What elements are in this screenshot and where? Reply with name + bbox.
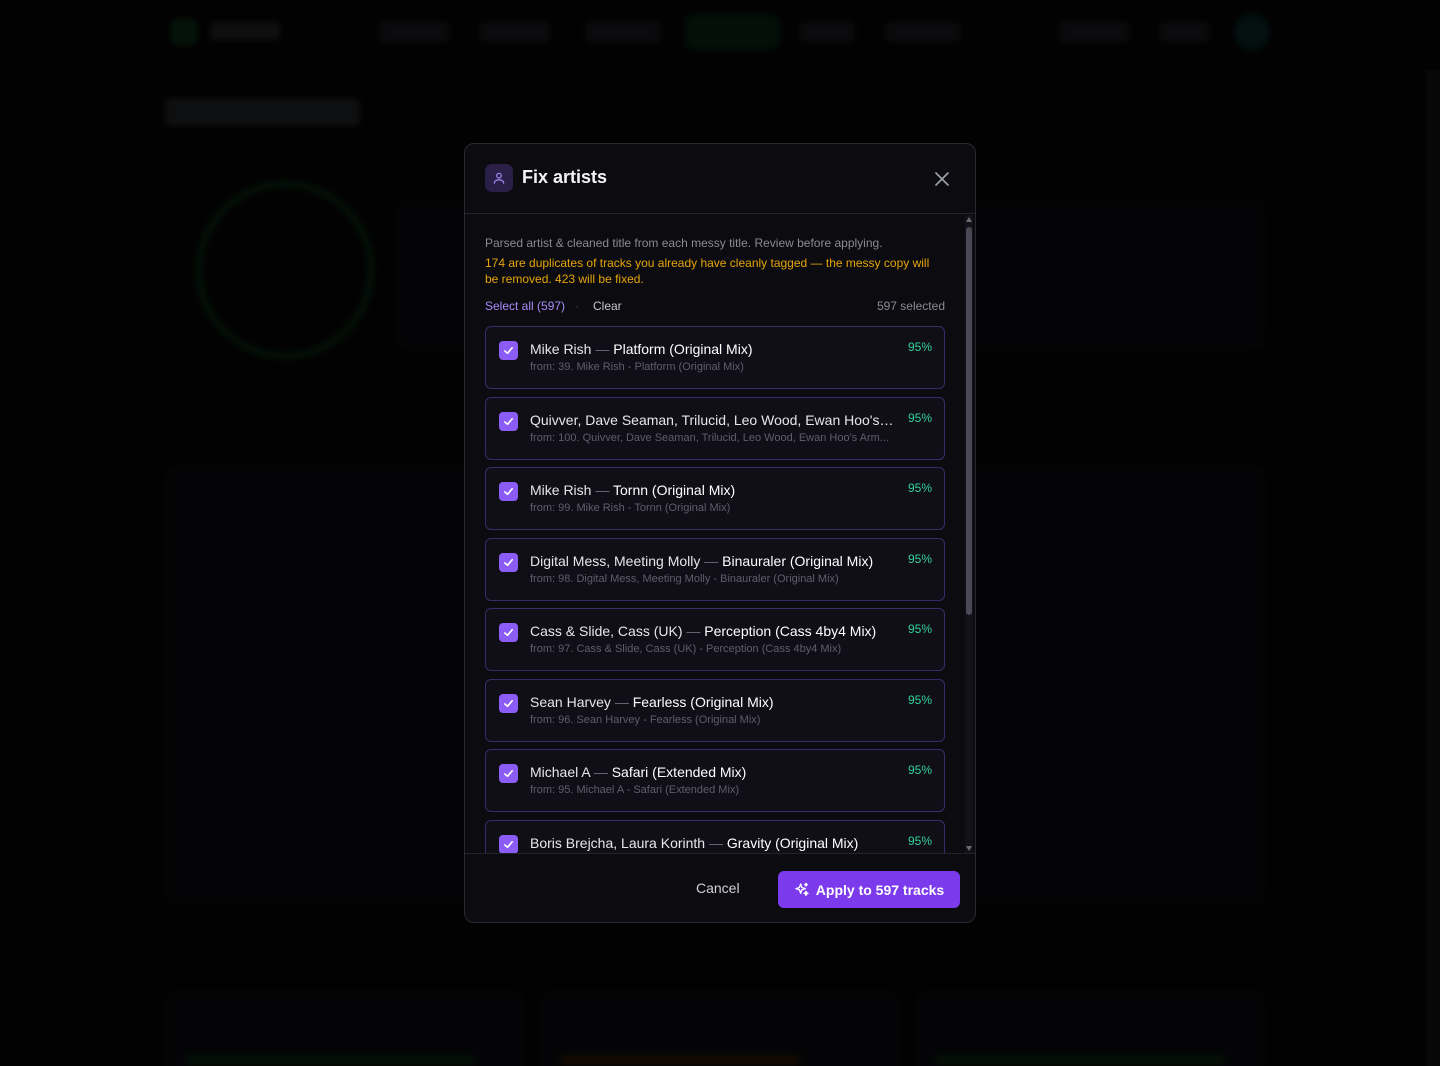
item-parsed-result: Michael A — Safari (Extended Mix) [530,764,896,780]
item-artist: Quivver, Dave Seaman, Trilucid, Leo Wood… [530,412,896,428]
dialog-header: Fix artists [465,144,975,214]
close-icon [935,172,949,186]
check-icon [504,769,513,778]
item-separator: — [700,553,723,569]
item-source-title: from: 97. Cass & Slide, Cass (UK) - Perc… [530,643,842,655]
suggestion-item[interactable]: Quivver, Dave Seaman, Trilucid, Leo Wood… [485,397,945,460]
item-confidence: 95% [907,552,932,566]
check-icon [504,699,513,708]
item-artist: Cass & Slide, Cass (UK) [530,623,683,639]
item-source-title: from: 39. Mike Rish - Platform (Original… [530,361,744,373]
item-confidence: 95% [907,834,932,848]
item-separator: — [610,694,633,710]
selection-controls: Select all (597) · Clear 597 selected [485,299,945,315]
dialog-description: Parsed artist & cleaned title from each … [485,236,883,250]
item-confidence: 95% [907,340,932,354]
item-separator: — [705,835,727,851]
item-checkbox[interactable] [499,412,518,431]
item-confidence: 95% [907,481,932,495]
item-title: Platform (Original Mix) [613,341,753,357]
scrollbar-thumb[interactable] [966,227,972,615]
suggestion-item[interactable]: Sean Harvey — Fearless (Original Mix) fro… [485,679,945,742]
check-icon [504,840,513,849]
item-parsed-result: Mike Rish — Tornn (Original Mix) [530,482,896,498]
item-source-title: from: 95. Michael A - Safari (Extended M… [530,784,740,796]
close-button[interactable] [931,168,953,190]
item-artist: Digital Mess, Meeting Molly [530,553,701,569]
item-parsed-result: Boris Brejcha, Laura Korinth — Gravity (… [530,835,896,851]
item-checkbox[interactable] [499,694,518,713]
item-source-title: from: 96. Sean Harvey - Fearless (Origin… [530,714,761,726]
item-parsed-result: Mike Rish — Platform (Original Mix) [530,341,896,357]
item-source-title: from: 98. Digital Mess, Meeting Molly - … [530,573,839,585]
item-checkbox[interactable] [499,764,518,783]
suggestion-item[interactable]: Cass & Slide, Cass (UK) — Perception (Ca… [485,608,945,671]
item-artist: Mike Rish [530,341,592,357]
item-separator: — [591,482,613,498]
item-title: Safari (Extended Mix) [611,764,747,780]
item-artist: Sean Harvey [530,694,611,710]
duplicate-warning: 174 are duplicates of tracks you already… [485,256,930,286]
item-title: Fearless (Original Mix) [632,694,774,710]
item-source-title: from: 100. Quivver, Dave Seaman, Triluci… [530,432,889,444]
selected-count: 597 selected [876,299,945,313]
item-title: Gravity (Original Mix) [726,835,859,851]
check-icon [504,417,513,426]
item-title: Tornn (Original Mix) [613,482,736,498]
item-checkbox[interactable] [499,482,518,501]
scrollbar[interactable] [965,215,973,853]
suggestion-item[interactable]: Digital Mess, Meeting Molly — Binauraler… [485,538,945,601]
item-parsed-result: Digital Mess, Meeting Molly — Binauraler… [530,553,896,569]
cancel-button[interactable]: Cancel [696,880,740,896]
select-all-link[interactable]: Select all (597) [485,299,565,313]
separator-dot: · [575,299,579,313]
item-checkbox[interactable] [499,553,518,572]
item-artist: Michael A [530,764,590,780]
dialog-title: Fix artists [522,167,608,187]
item-confidence: 95% [907,763,932,777]
dialog-body: Parsed artist & cleaned title from each … [465,215,975,853]
item-checkbox[interactable] [499,835,518,853]
apply-button-label: Apply to 597 tracks [815,881,945,898]
item-confidence: 95% [907,622,932,636]
suggestion-item[interactable]: Mike Rish — Platform (Original Mix) from:… [485,326,945,389]
user-icon [485,164,513,192]
sparkles-icon [795,882,809,896]
item-confidence: 95% [907,411,932,425]
item-checkbox[interactable] [499,341,518,360]
item-confidence: 95% [907,693,932,707]
clear-selection-link[interactable]: Clear [593,299,622,313]
check-icon [504,346,513,355]
item-artist: Mike Rish [530,482,592,498]
item-parsed-result: Cass & Slide, Cass (UK) — Perception (Ca… [530,623,896,639]
item-parsed-result: Sean Harvey — Fearless (Original Mix) [530,694,896,710]
item-artist: Boris Brejcha, Laura Korinth [530,835,706,851]
suggestion-item[interactable]: Boris Brejcha, Laura Korinth — Gravity (… [485,820,945,853]
item-separator: — [591,341,614,357]
item-checkbox[interactable] [499,623,518,642]
check-icon [504,558,513,567]
item-title: Binauraler (Original Mix) [722,553,874,569]
scroll-down-icon[interactable] [966,846,972,851]
item-title: Perception (Cass 4by4 Mix) [704,623,877,639]
item-separator: — [682,623,705,639]
fix-artists-dialog: Fix artists Parsed artist & cleaned titl… [464,143,976,923]
item-separator: — [589,764,612,780]
scroll-up-icon[interactable] [966,217,972,222]
item-parsed-result: Quivver, Dave Seaman, Trilucid, Leo Wood… [530,412,896,428]
apply-button[interactable]: Apply to 597 tracks [778,871,960,908]
suggestion-item[interactable]: Mike Rish — Tornn (Original Mix) from: 99… [485,467,945,530]
check-icon [504,487,513,496]
check-icon [504,628,513,637]
suggestion-item[interactable]: Michael A — Safari (Extended Mix) from: 9… [485,749,945,812]
dialog-footer: Cancel Apply to 597 tracks [465,853,975,922]
item-source-title: from: 99. Mike Rish - Tornn (Original Mi… [530,502,731,514]
